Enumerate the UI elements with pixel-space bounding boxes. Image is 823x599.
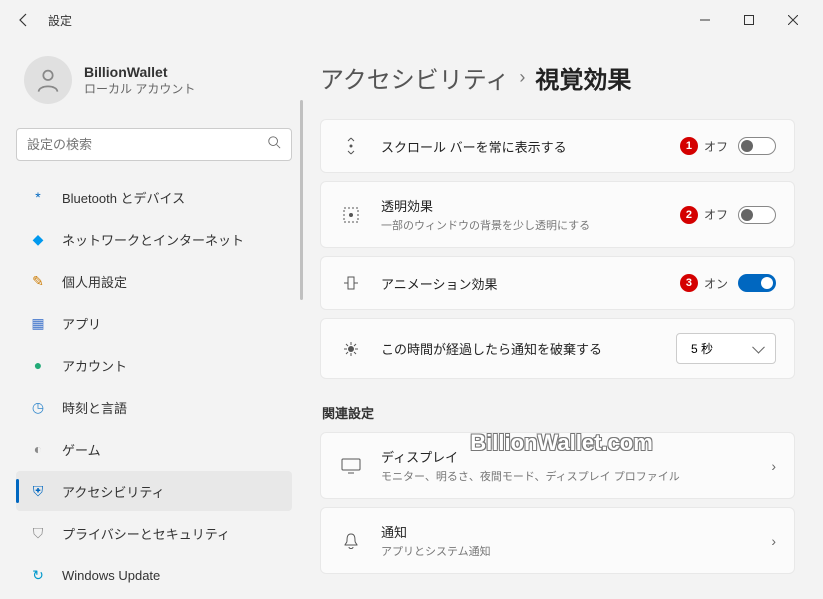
annotation-badge: 3	[680, 274, 698, 292]
chevron-right-icon: ›	[519, 67, 525, 88]
sidebar-item-icon: ✎	[28, 271, 48, 291]
sidebar-item[interactable]: ✎ 個人用設定	[16, 261, 292, 301]
related-subtitle: アプリとシステム通知	[381, 543, 763, 559]
sidebar-item[interactable]: ◷ 時刻と言語	[16, 387, 292, 427]
toggle-state-label: オン	[704, 275, 728, 292]
toggle-switch[interactable]	[738, 206, 776, 224]
chevron-right-icon: ›	[763, 458, 776, 474]
setting-card: アニメーション効果3 オン	[320, 256, 795, 310]
sidebar-item[interactable]: ◐ ゲーム	[16, 429, 292, 469]
related-item[interactable]: 通知アプリとシステム通知›	[320, 507, 795, 574]
sidebar-item[interactable]: ● アカウント	[16, 345, 292, 385]
setting-icon	[339, 337, 363, 361]
toggle-switch[interactable]	[738, 137, 776, 155]
toggle-state-label: オフ	[704, 138, 728, 155]
toggle-state-label: オフ	[704, 206, 728, 223]
sidebar-item[interactable]: ▦ アプリ	[16, 303, 292, 343]
sidebar-item[interactable]: ⛨ アクセシビリティ	[16, 471, 292, 511]
setting-subtitle: 一部のウィンドウの背景を少し透明にする	[381, 217, 680, 233]
sidebar-item-label: Windows Update	[62, 568, 160, 583]
sidebar-item-label: ゲーム	[62, 440, 101, 459]
toggle-switch[interactable]	[738, 274, 776, 292]
breadcrumb-parent[interactable]: アクセシビリティ	[320, 60, 509, 95]
sidebar-item[interactable]: * Bluetooth とデバイス	[16, 177, 292, 217]
sidebar-item-label: アカウント	[62, 356, 127, 375]
chevron-right-icon: ›	[763, 533, 776, 549]
related-subtitle: モニター、明るさ、夜間モード、ディスプレイ プロファイル	[381, 468, 763, 484]
breadcrumb: アクセシビリティ › 視覚効果	[320, 60, 795, 95]
sidebar-item-label: 個人用設定	[62, 272, 127, 291]
sidebar-item-label: アクセシビリティ	[62, 482, 165, 501]
sidebar-item-icon: ▦	[28, 313, 48, 333]
sidebar-item-icon: ●	[28, 355, 48, 375]
setting-icon	[339, 134, 363, 158]
related-icon	[339, 529, 363, 553]
setting-title: この時間が経過したら通知を破棄する	[381, 339, 676, 358]
back-button[interactable]	[8, 4, 40, 36]
sidebar-item-icon: ◷	[28, 397, 48, 417]
sidebar-item[interactable]: ↻ Windows Update	[16, 555, 292, 595]
window-title: 設定	[48, 12, 72, 29]
titlebar: 設定	[0, 0, 823, 40]
setting-card: スクロール バーを常に表示する1 オフ	[320, 119, 795, 173]
related-heading: 関連設定	[322, 403, 795, 422]
sidebar-item-icon: ↻	[28, 565, 48, 585]
sidebar-item-label: アプリ	[62, 314, 101, 333]
search-icon	[267, 135, 281, 154]
avatar	[24, 56, 72, 104]
sidebar-item[interactable]: ⛉ プライバシーとセキュリティ	[16, 513, 292, 553]
breadcrumb-current: 視覚効果	[535, 60, 631, 95]
setting-card: この時間が経過したら通知を破棄する5 秒	[320, 318, 795, 379]
sidebar: BillionWallet ローカル アカウント * Bluetooth とデバイ…	[0, 40, 300, 599]
search-box[interactable]	[16, 128, 292, 161]
sidebar-item-icon: ⛉	[28, 523, 48, 543]
nav-list: * Bluetooth とデバイス ◆ ネットワークとインターネット ✎ 個人用設定 ▦ アプ…	[16, 177, 292, 595]
close-button[interactable]	[771, 5, 815, 35]
sidebar-item-label: ネットワークとインターネット	[62, 230, 244, 249]
setting-icon	[339, 203, 363, 227]
search-input[interactable]	[27, 137, 267, 152]
maximize-button[interactable]	[727, 5, 771, 35]
related-title: ディスプレイ	[381, 447, 763, 466]
sidebar-item-icon: *	[28, 187, 48, 207]
profile-block[interactable]: BillionWallet ローカル アカウント	[16, 56, 292, 104]
sidebar-item-label: 時刻と言語	[62, 398, 127, 417]
duration-dropdown[interactable]: 5 秒	[676, 333, 776, 364]
minimize-button[interactable]	[683, 5, 727, 35]
setting-title: アニメーション効果	[381, 274, 680, 293]
sidebar-item-label: Bluetooth とデバイス	[62, 188, 185, 207]
profile-account-type: ローカル アカウント	[84, 80, 195, 97]
setting-title: スクロール バーを常に表示する	[381, 137, 680, 156]
related-icon	[339, 454, 363, 478]
sidebar-item[interactable]: ◆ ネットワークとインターネット	[16, 219, 292, 259]
setting-icon	[339, 271, 363, 295]
content-area: アクセシビリティ › 視覚効果 スクロール バーを常に表示する1オフ透明効果一部…	[300, 40, 823, 599]
profile-name: BillionWallet	[84, 64, 195, 80]
sidebar-item-icon: ◐	[28, 439, 48, 459]
sidebar-item-icon: ⛨	[28, 481, 48, 501]
setting-card: 透明効果一部のウィンドウの背景を少し透明にする2 オフ	[320, 181, 795, 248]
related-item[interactable]: ディスプレイモニター、明るさ、夜間モード、ディスプレイ プロファイル›	[320, 432, 795, 499]
annotation-badge: 1	[680, 137, 698, 155]
sidebar-item-label: プライバシーとセキュリティ	[62, 524, 230, 543]
related-title: 通知	[381, 522, 763, 541]
sidebar-item-icon: ◆	[28, 229, 48, 249]
setting-title: 透明効果	[381, 196, 680, 215]
annotation-badge: 2	[680, 206, 698, 224]
